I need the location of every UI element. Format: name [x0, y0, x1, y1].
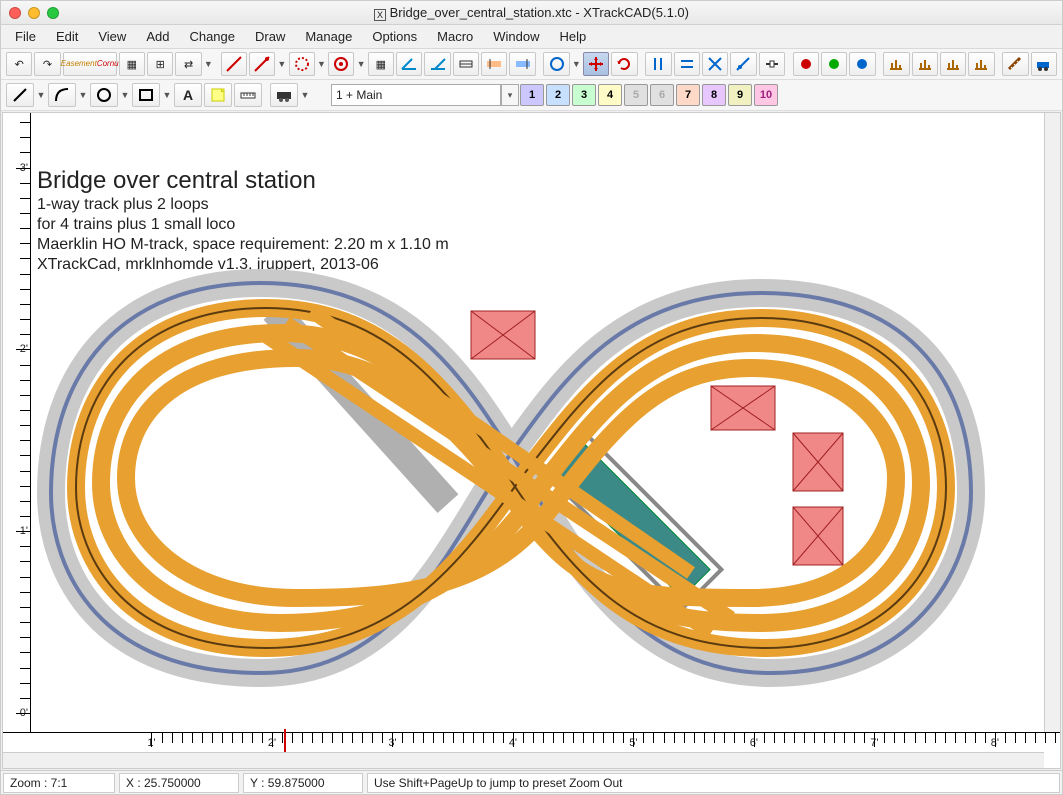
menu-options[interactable]: Options	[362, 26, 427, 47]
app-icon: X	[374, 9, 386, 21]
line-red-icon[interactable]	[221, 52, 247, 76]
track-plan-svg	[31, 113, 1031, 733]
blue-circle-icon[interactable]	[543, 52, 569, 76]
window-title-text: Bridge_over_central_station.xtc - XTrack…	[390, 5, 689, 20]
menu-edit[interactable]: Edit	[46, 26, 88, 47]
layer-button-1[interactable]: 1	[520, 84, 544, 106]
signal-r-icon[interactable]	[793, 52, 819, 76]
elev-a-icon[interactable]	[883, 52, 909, 76]
main-toolbar: ↶↷EasementCornu▦⊞⇄▼▼▼▼▦▼	[1, 49, 1062, 80]
building-4	[793, 507, 843, 565]
draw-curve-icon[interactable]	[48, 83, 76, 107]
mirror-y-icon[interactable]	[730, 52, 756, 76]
switch-a-icon[interactable]	[481, 52, 507, 76]
track-drawing[interactable]: Bridge over central station 1-way track …	[31, 113, 1060, 732]
elev-d-icon[interactable]	[968, 52, 994, 76]
train-icon[interactable]	[270, 83, 298, 107]
layer-select[interactable]: 1 + Main	[331, 84, 501, 106]
layer-button-7[interactable]: 7	[676, 84, 700, 106]
note-tool-icon[interactable]	[204, 83, 232, 107]
dropdown-arrow-icon[interactable]: ▼	[571, 59, 582, 69]
dropdown-arrow-icon[interactable]: ▼	[161, 90, 173, 100]
signal-b-icon[interactable]	[849, 52, 875, 76]
layer-button-5[interactable]: 5	[624, 84, 648, 106]
dims-icon[interactable]: ⇄	[175, 52, 201, 76]
title-bar: X Bridge_over_central_station.xtc - XTra…	[1, 1, 1062, 25]
status-hint: Use Shift+PageUp to jump to preset Zoom …	[367, 773, 1060, 793]
signal-g-icon[interactable]	[821, 52, 847, 76]
status-x: X : 25.750000	[119, 773, 239, 793]
menu-window[interactable]: Window	[483, 26, 549, 47]
scrollbar-vertical[interactable]	[1044, 113, 1060, 732]
ruler-tool-icon[interactable]	[234, 83, 262, 107]
menu-file[interactable]: File	[5, 26, 46, 47]
status-bar: Zoom : 7:1 X : 25.750000 Y : 59.875000 U…	[1, 770, 1062, 794]
grid-a-icon[interactable]: ▦	[368, 52, 394, 76]
redo-icon[interactable]: ↷	[34, 52, 60, 76]
line-arrow-icon[interactable]	[249, 52, 275, 76]
status-zoom: Zoom : 7:1	[3, 773, 115, 793]
status-y: Y : 59.875000	[243, 773, 363, 793]
bumper-icon[interactable]	[453, 52, 479, 76]
building-1	[471, 311, 535, 359]
chevron-down-icon[interactable]: ▾	[501, 84, 519, 106]
switch-b-icon[interactable]	[509, 52, 535, 76]
dropdown-arrow-icon[interactable]: ▼	[299, 90, 311, 100]
drawing-canvas[interactable]: 0'1'2'3' Bridge over central station 1-w…	[3, 113, 1060, 768]
menu-manage[interactable]: Manage	[295, 26, 362, 47]
move-icon[interactable]	[583, 52, 609, 76]
measure-icon[interactable]	[1002, 52, 1028, 76]
undo-icon[interactable]: ↶	[6, 52, 32, 76]
turnout-b-icon[interactable]	[424, 52, 450, 76]
mirror-h-icon[interactable]	[674, 52, 700, 76]
layer-button-2[interactable]: 2	[546, 84, 570, 106]
grid-show-icon[interactable]: ⊞	[147, 52, 173, 76]
easement-button[interactable]: EasementCornu	[63, 52, 117, 76]
window-title: X Bridge_over_central_station.xtc - XTra…	[1, 5, 1062, 21]
menu-draw[interactable]: Draw	[245, 26, 295, 47]
app-window: X Bridge_over_central_station.xtc - XTra…	[0, 0, 1063, 795]
layer-button-3[interactable]: 3	[572, 84, 596, 106]
loco-icon[interactable]	[1031, 52, 1057, 76]
layer-button-6[interactable]: 6	[650, 84, 674, 106]
dropdown-arrow-icon[interactable]: ▼	[355, 59, 366, 69]
menu-bar: File Edit View Add Change Draw Manage Op…	[1, 25, 1062, 49]
ruler-vertical: 0'1'2'3'	[3, 113, 31, 732]
dropdown-arrow-icon[interactable]: ▼	[316, 59, 327, 69]
layer-button-4[interactable]: 4	[598, 84, 622, 106]
turnout-a-icon[interactable]	[396, 52, 422, 76]
dropdown-arrow-icon[interactable]: ▼	[77, 90, 89, 100]
building-2	[711, 386, 775, 430]
building-3	[793, 433, 843, 491]
scrollbar-horizontal[interactable]	[3, 752, 1044, 768]
mirror-v-icon[interactable]	[645, 52, 671, 76]
dropdown-arrow-icon[interactable]: ▼	[203, 59, 214, 69]
dropdown-arrow-icon[interactable]: ▼	[276, 59, 287, 69]
draw-line-icon[interactable]	[6, 83, 34, 107]
elev-c-icon[interactable]	[940, 52, 966, 76]
menu-add[interactable]: Add	[136, 26, 179, 47]
menu-change[interactable]: Change	[179, 26, 245, 47]
draw-box-icon[interactable]	[132, 83, 160, 107]
layer-button-10[interactable]: 10	[754, 84, 778, 106]
menu-view[interactable]: View	[88, 26, 136, 47]
circle-dashed-icon[interactable]	[289, 52, 315, 76]
menu-help[interactable]: Help	[550, 26, 597, 47]
draw-circle-icon[interactable]	[90, 83, 118, 107]
target-icon[interactable]	[328, 52, 354, 76]
dropdown-arrow-icon[interactable]: ▼	[35, 90, 47, 100]
mirror-x-icon[interactable]	[702, 52, 728, 76]
layer-button-9[interactable]: 9	[728, 84, 752, 106]
draw-toolbar: ▼▼▼▼A▼1 + Main▾12345678910	[1, 80, 1062, 111]
layer-button-8[interactable]: 8	[702, 84, 726, 106]
elev-b-icon[interactable]	[912, 52, 938, 76]
dropdown-arrow-icon[interactable]: ▼	[119, 90, 131, 100]
ruler-horizontal: 1'2'3'4'5'6'7'8'	[3, 732, 1060, 752]
canvas-area: 0'1'2'3' Bridge over central station 1-w…	[2, 112, 1061, 769]
gap-icon[interactable]	[759, 52, 785, 76]
text-tool-icon[interactable]: A	[174, 83, 202, 107]
snap-grid-icon[interactable]: ▦	[119, 52, 145, 76]
menu-macro[interactable]: Macro	[427, 26, 483, 47]
rotate-icon[interactable]	[611, 52, 637, 76]
